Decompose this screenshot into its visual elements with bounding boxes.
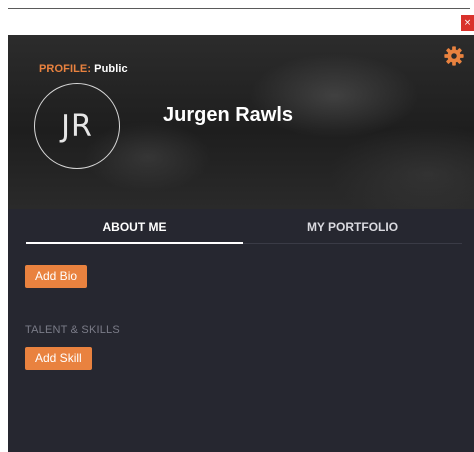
avatar: JR (34, 83, 120, 169)
profile-hero: PROFILE: Public JR Jurgen Rawls (8, 35, 474, 209)
profile-visibility: PROFILE: Public (39, 63, 128, 75)
avatar-initials: JR (61, 108, 93, 144)
add-skill-button[interactable]: Add Skill (25, 347, 92, 370)
top-divider (8, 8, 470, 9)
talent-skills-heading: TALENT & SKILLS (25, 324, 120, 336)
user-name: Jurgen Rawls (163, 104, 294, 126)
profile-visibility-value: Public (94, 63, 128, 75)
profile-tabs: ABOUT ME MY PORTFOLIO (26, 209, 462, 245)
gear-icon[interactable] (443, 45, 465, 67)
tab-my-portfolio[interactable]: MY PORTFOLIO (243, 209, 462, 245)
profile-panel: PROFILE: Public JR Jurgen Rawls ABOUT ME… (8, 35, 474, 452)
add-bio-button[interactable]: Add Bio (25, 265, 88, 288)
close-button[interactable]: × (461, 15, 474, 31)
active-tab-indicator (26, 242, 243, 244)
tab-divider (243, 243, 462, 244)
tab-about-me[interactable]: ABOUT ME (26, 209, 243, 245)
profile-label: PROFILE: (39, 63, 92, 75)
